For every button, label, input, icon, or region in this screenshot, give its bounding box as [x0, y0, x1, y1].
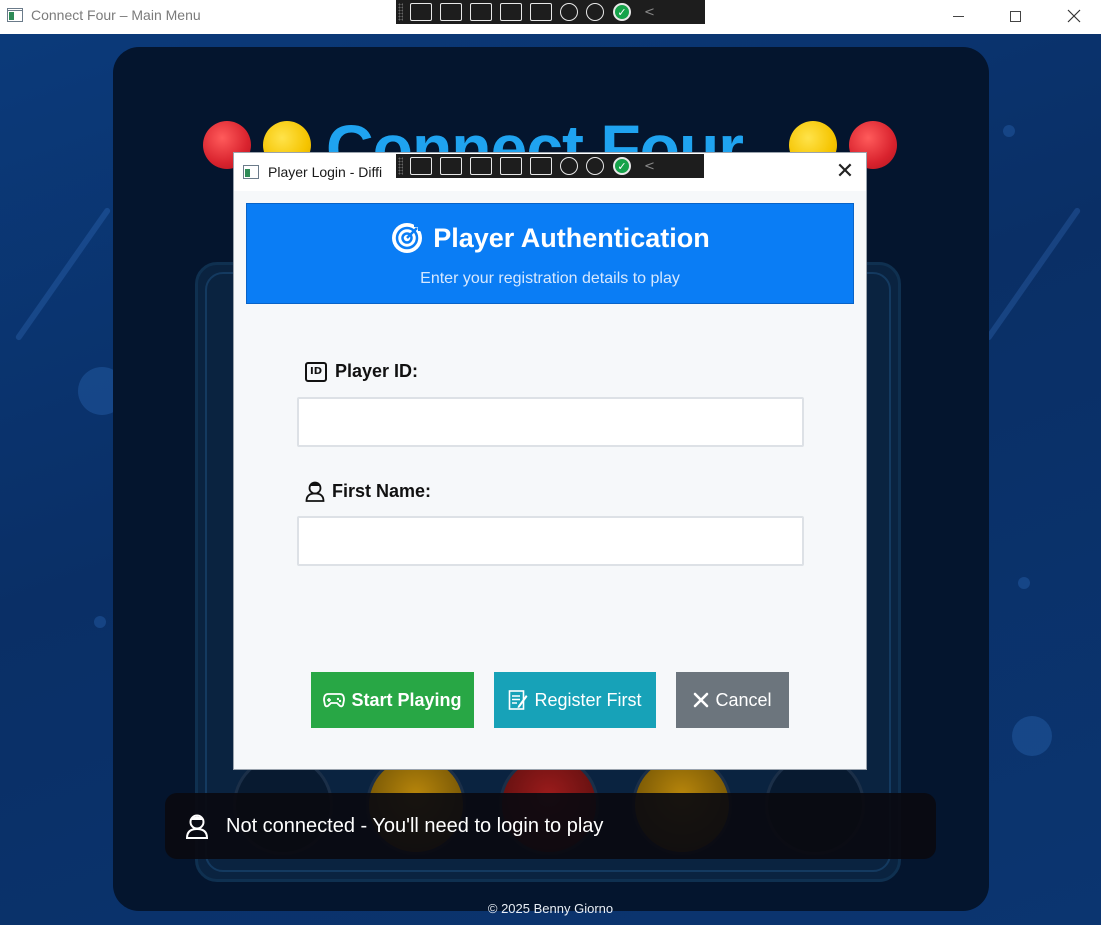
auth-title-row: Player Authentication	[247, 221, 853, 255]
decor-stripe	[14, 206, 112, 342]
toolbar-grip[interactable]	[398, 157, 403, 175]
first-name-label: First Name:	[305, 480, 431, 502]
close-icon	[694, 692, 709, 708]
dialog-debug-toolbar: ✓ <	[396, 154, 704, 178]
cancel-button[interactable]: Cancel	[676, 672, 789, 728]
close-window-button[interactable]	[1051, 0, 1097, 32]
select-element-icon[interactable]	[470, 3, 492, 21]
live-tree-icon[interactable]	[410, 3, 432, 21]
track-focus-icon[interactable]	[530, 3, 552, 21]
player-id-label: ID Player ID:	[305, 361, 418, 382]
player-id-input[interactable]	[297, 397, 804, 447]
decor-bubble	[1003, 125, 1015, 137]
live-tree-icon[interactable]	[410, 157, 432, 175]
decor-stripe	[984, 206, 1082, 342]
minimize-icon	[952, 15, 964, 17]
app-window-icon	[7, 8, 23, 22]
dialog-title: Player Login - Diffi	[268, 164, 383, 180]
status-text: Not connected - You'll need to login to …	[226, 814, 604, 837]
chevron-left-icon[interactable]: <	[644, 159, 655, 174]
connection-status-bar: Not connected - You'll need to login to …	[165, 793, 936, 859]
login-dialog: Player Login - Diffi ✕ Player Authentica…	[234, 153, 866, 769]
decor-bubble	[1012, 716, 1052, 756]
player-id-label-text: Player ID:	[335, 361, 419, 381]
decor-bubble	[94, 616, 106, 628]
first-name-label-text: First Name:	[332, 480, 432, 501]
target-icon	[392, 223, 423, 253]
minimize-button[interactable]	[935, 0, 981, 32]
gamepad-icon	[323, 693, 346, 708]
layout-adorner-icon[interactable]	[500, 3, 522, 21]
close-icon	[1067, 9, 1081, 23]
chevron-left-icon[interactable]: <	[644, 5, 655, 20]
start-playing-label: Start Playing	[351, 689, 462, 710]
layout-adorner-icon[interactable]	[500, 157, 522, 175]
copyright-text: © 2025 Benny Giorno	[487, 901, 614, 916]
dialog-window-icon	[243, 165, 259, 179]
hot-reload-icon[interactable]	[560, 157, 578, 175]
main-window-title: Connect Four – Main Menu	[31, 7, 201, 23]
track-focus-icon[interactable]	[530, 157, 552, 175]
video-icon[interactable]	[440, 157, 462, 175]
check-icon[interactable]: ✓	[613, 3, 631, 21]
video-icon[interactable]	[440, 3, 462, 21]
first-name-input[interactable]	[297, 516, 804, 566]
toolbar-grip[interactable]	[398, 3, 403, 21]
start-playing-button[interactable]: Start Playing	[311, 672, 474, 728]
register-first-button[interactable]: Register First	[494, 672, 656, 728]
maximize-button[interactable]	[992, 0, 1038, 32]
register-first-label: Register First	[534, 689, 642, 710]
decor-bubble	[1018, 577, 1030, 589]
edit-form-icon	[509, 690, 528, 710]
debug-toolbar: ✓ <	[396, 0, 705, 24]
auth-header: Player Authentication Enter your registr…	[246, 203, 854, 304]
check-icon[interactable]: ✓	[613, 157, 631, 175]
hot-reload-icon[interactable]	[560, 3, 578, 21]
accessibility-icon[interactable]	[586, 3, 604, 21]
auth-title: Player Authentication	[433, 222, 710, 253]
auth-subtitle: Enter your registration details to play	[420, 270, 680, 287]
id-card-icon: ID	[305, 361, 327, 382]
person-icon	[305, 481, 325, 502]
cancel-label: Cancel	[715, 689, 772, 710]
person-icon	[185, 814, 209, 839]
select-element-icon[interactable]	[470, 157, 492, 175]
accessibility-icon[interactable]	[586, 157, 604, 175]
maximize-icon	[1009, 10, 1021, 22]
dialog-close-button[interactable]: ✕	[830, 159, 860, 185]
